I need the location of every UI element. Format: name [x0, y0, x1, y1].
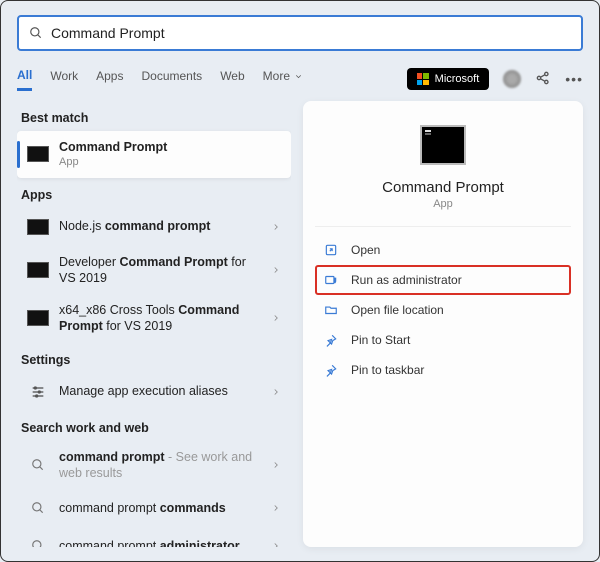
section-web: Search work and web — [21, 421, 291, 435]
result-best-match[interactable]: Command Prompt App — [17, 131, 291, 178]
action-pin-to-start[interactable]: Pin to Start — [315, 325, 571, 355]
tab-more[interactable]: More — [263, 68, 303, 91]
action-label: Open — [351, 243, 380, 257]
chevron-right-icon — [271, 541, 281, 547]
search-bar[interactable] — [17, 15, 583, 51]
search-icon — [29, 26, 43, 40]
cmd-icon — [27, 219, 49, 235]
tab-work[interactable]: Work — [50, 68, 78, 91]
tab-documents[interactable]: Documents — [141, 68, 202, 91]
chevron-right-icon — [271, 222, 281, 232]
cmd-icon — [27, 146, 49, 162]
chevron-right-icon — [271, 387, 281, 397]
chevron-down-icon — [294, 72, 303, 81]
admin-shield-icon — [323, 272, 339, 288]
result-subtitle: App — [59, 155, 281, 169]
result-web-2[interactable]: command prompt administrator — [17, 527, 291, 547]
filter-tabs-row: All Work Apps Documents Web More Microso… — [17, 65, 583, 93]
preview-app-icon — [420, 125, 466, 165]
pin-icon — [323, 362, 339, 378]
cmd-icon — [27, 262, 49, 278]
microsoft-badge[interactable]: Microsoft — [407, 68, 490, 90]
more-options-icon[interactable]: ••• — [565, 71, 583, 87]
result-web-1[interactable]: command prompt commands — [17, 489, 291, 527]
tab-web[interactable]: Web — [220, 68, 244, 91]
user-avatar[interactable] — [503, 70, 521, 88]
action-label: Pin to taskbar — [351, 363, 424, 377]
folder-icon — [323, 302, 339, 318]
chevron-right-icon — [271, 503, 281, 513]
preview-subtitle: App — [433, 198, 453, 210]
search-input[interactable] — [51, 25, 571, 41]
action-label: Open file location — [351, 303, 444, 317]
preview-title: Command Prompt — [382, 179, 504, 196]
cmd-icon — [27, 310, 49, 326]
action-open-file-location[interactable]: Open file location — [315, 295, 571, 325]
chevron-right-icon — [271, 460, 281, 470]
action-label: Run as administrator — [351, 273, 462, 287]
microsoft-logo-icon — [417, 73, 429, 85]
search-icon — [27, 454, 49, 476]
action-label: Pin to Start — [351, 333, 410, 347]
results-list: Best match Command Prompt App Apps Node.… — [17, 101, 291, 547]
microsoft-label: Microsoft — [435, 73, 480, 85]
result-app-1[interactable]: Developer Command Prompt for VS 2019 — [17, 246, 291, 295]
share-icon[interactable] — [535, 70, 551, 89]
chevron-right-icon — [271, 313, 281, 323]
search-icon — [27, 497, 49, 519]
result-title: Command Prompt — [59, 139, 281, 155]
action-pin-to-taskbar[interactable]: Pin to taskbar — [315, 355, 571, 385]
section-best-match: Best match — [21, 111, 291, 125]
tab-all[interactable]: All — [17, 68, 32, 91]
section-apps: Apps — [21, 188, 291, 202]
open-icon — [323, 242, 339, 258]
list-settings-icon — [27, 381, 49, 403]
result-web-0[interactable]: command prompt - See work and web result… — [17, 441, 291, 490]
action-list: Open Run as administrator Open file loca… — [315, 235, 571, 385]
divider — [315, 226, 571, 227]
result-app-0[interactable]: Node.js command prompt — [17, 208, 291, 246]
action-open[interactable]: Open — [315, 235, 571, 265]
result-app-2[interactable]: x64_x86 Cross Tools Command Prompt for V… — [17, 294, 291, 343]
result-setting-0[interactable]: Manage app execution aliases — [17, 373, 291, 411]
action-run-as-admin[interactable]: Run as administrator — [315, 265, 571, 295]
preview-panel: Command Prompt App Open Run as administr… — [303, 101, 583, 547]
chevron-right-icon — [271, 265, 281, 275]
pin-icon — [323, 332, 339, 348]
start-search-window: All Work Apps Documents Web More Microso… — [0, 0, 600, 562]
tab-apps[interactable]: Apps — [96, 68, 123, 91]
section-settings: Settings — [21, 353, 291, 367]
search-icon — [27, 535, 49, 547]
